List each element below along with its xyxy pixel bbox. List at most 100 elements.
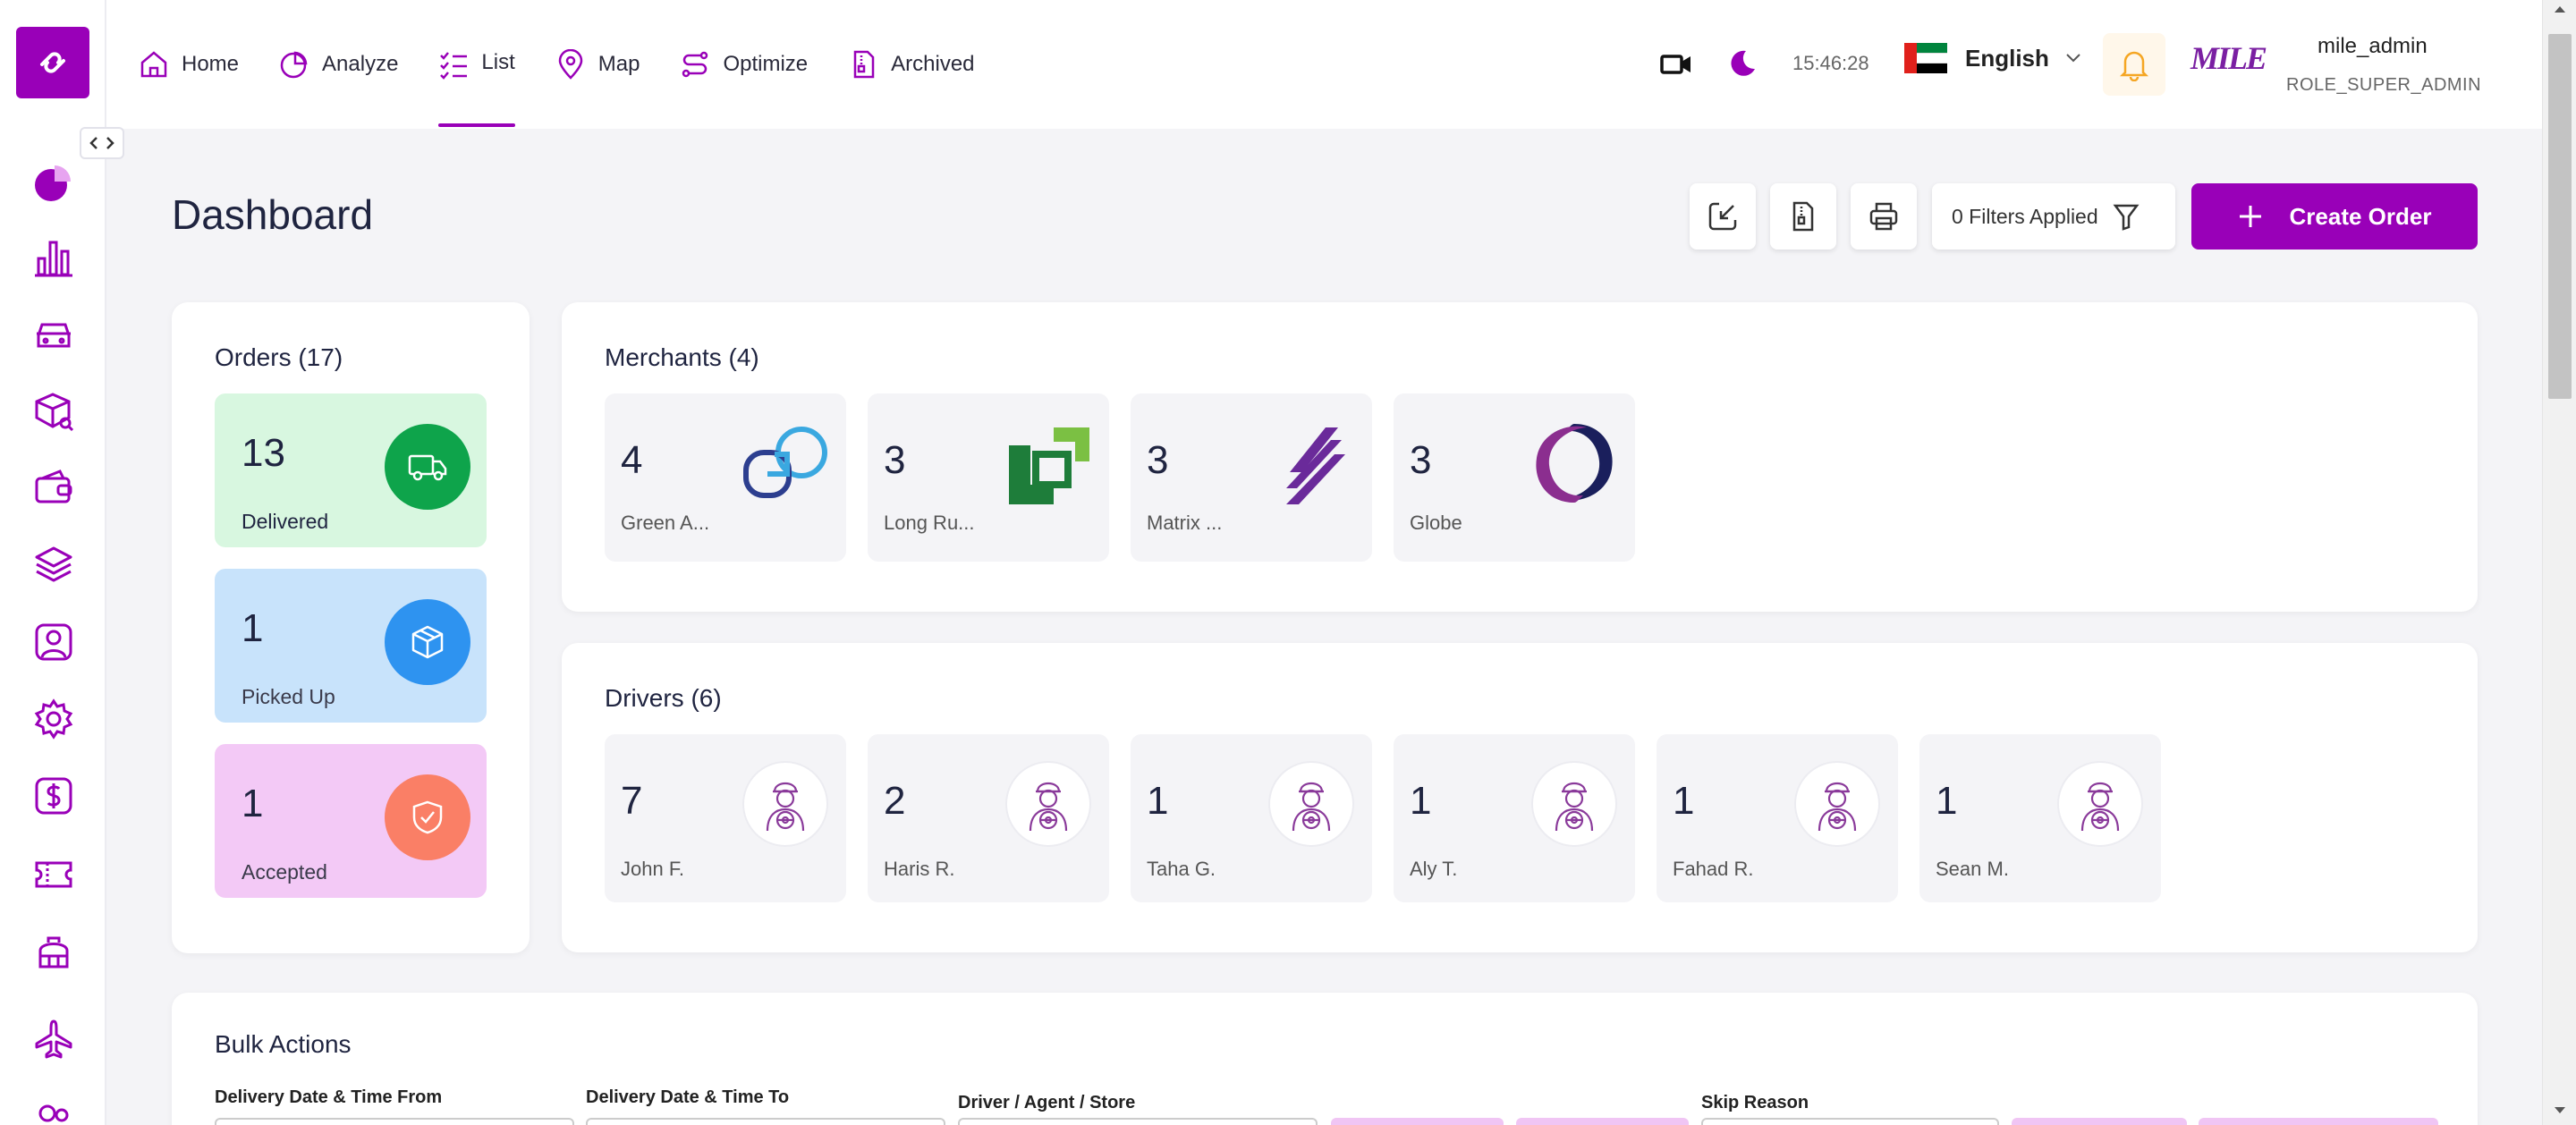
skip-reason-select[interactable]	[1701, 1118, 1999, 1125]
sidebar-toggle-button[interactable]	[80, 127, 124, 159]
layers-icon[interactable]	[27, 538, 80, 592]
merchant-name: Green A...	[621, 512, 710, 534]
nav-list-label: List	[481, 50, 515, 74]
driver-tile[interactable]: 2 Haris R.	[868, 734, 1109, 902]
driver-tile[interactable]: 7 John F.	[605, 734, 846, 902]
language-label: English	[1965, 44, 2049, 72]
driver-tile[interactable]: 1 Taha G.	[1131, 734, 1372, 902]
driver-order-count: 1	[1410, 779, 1432, 823]
vehicle-icon[interactable]	[27, 308, 80, 361]
user-role: ROLE_SUPER_ADMIN	[2286, 75, 2482, 95]
app-logo[interactable]	[16, 27, 89, 98]
zip-file-icon	[1792, 201, 1814, 232]
driver-name: Sean M.	[1936, 858, 2009, 880]
merchant-count: 3	[1147, 438, 1169, 482]
link-logo-icon	[40, 52, 65, 73]
nav-analyze[interactable]: Analyze	[279, 0, 398, 129]
driver-tile[interactable]: 1 Sean M.	[1919, 734, 2161, 902]
bar-chart-icon[interactable]	[27, 231, 80, 284]
billing-dollar-icon[interactable]	[27, 769, 80, 823]
bulk-action-button[interactable]	[1516, 1118, 1689, 1125]
analytics-pie-icon[interactable]	[27, 156, 80, 209]
pie-icon	[280, 51, 308, 79]
driver-avatar	[1267, 759, 1356, 849]
merchant-count: 3	[884, 438, 906, 482]
create-order-label: Create Order	[2289, 202, 2432, 230]
driver-steering-icon	[2057, 761, 2143, 847]
driver-avatar	[1004, 759, 1093, 849]
airplane-icon[interactable]	[27, 1012, 80, 1066]
date-to-input[interactable]	[586, 1118, 945, 1125]
users-icon[interactable]	[27, 1093, 80, 1125]
user-name[interactable]: mile_admin	[2318, 34, 2428, 59]
settings-gear-icon[interactable]	[27, 692, 80, 746]
driver-avatar	[741, 759, 830, 849]
uae-flag-icon	[1904, 43, 1947, 73]
chevron-down-icon	[2066, 54, 2080, 63]
suitcase-icon[interactable]	[27, 926, 80, 980]
nav-archived[interactable]: Archived	[848, 0, 975, 129]
create-order-button[interactable]: Create Order	[2191, 183, 2478, 250]
nav-optimize-label: Optimize	[723, 52, 809, 76]
scroll-up-arrow-icon[interactable]	[2543, 0, 2576, 18]
skip-reason-label: Skip Reason	[1701, 1093, 1809, 1112]
driver-tile[interactable]: 1 Aly T.	[1394, 734, 1635, 902]
driver-select[interactable]	[958, 1118, 1318, 1125]
driver-steering-icon	[1268, 761, 1354, 847]
picked-up-label: Picked Up	[242, 685, 335, 708]
accepted-count: 1	[242, 782, 264, 825]
driver-agent-store-label: Driver / Agent / Store	[958, 1093, 1136, 1112]
top-bar: Home Analyze List Map Optimize Archived …	[106, 0, 2576, 129]
driver-order-count: 7	[621, 779, 643, 823]
scrollbar-thumb[interactable]	[2548, 34, 2572, 399]
driver-steering-icon	[1794, 761, 1880, 847]
driver-steering-icon	[1005, 761, 1091, 847]
package-box-icon	[385, 599, 470, 685]
nav-list[interactable]: List	[438, 0, 516, 129]
merchant-logo-globe-icon	[1530, 419, 1619, 508]
nav-optimize[interactable]: Optimize	[680, 0, 808, 129]
list-icon	[440, 52, 468, 80]
order-stat-delivered[interactable]: 13 Delivered	[215, 393, 487, 547]
bulk-actions-card: Bulk Actions	[172, 993, 2478, 1125]
merchants-card: Merchants (4) 4 Green A... 3 Long Ru... …	[562, 302, 2478, 612]
bulk-action-button[interactable]	[2012, 1118, 2187, 1125]
order-stat-accepted[interactable]: 1 Accepted	[215, 744, 487, 898]
scroll-down-arrow-icon[interactable]	[2543, 1102, 2576, 1120]
driver-tile[interactable]: 1 Fahad R.	[1657, 734, 1898, 902]
driver-steering-icon	[1531, 761, 1617, 847]
dark-mode-moon-icon[interactable]	[1728, 49, 1757, 78]
page-scrollbar[interactable]	[2542, 0, 2576, 1125]
ticket-icon[interactable]	[27, 848, 80, 901]
merchant-tile[interactable]: 3 Long Ru...	[868, 393, 1109, 562]
plus-icon	[2239, 206, 2261, 227]
nav-home[interactable]: Home	[139, 0, 239, 129]
archive-download-button[interactable]	[1770, 183, 1836, 250]
bulk-action-button[interactable]	[1331, 1118, 1504, 1125]
language-selector[interactable]: English	[1904, 43, 2081, 73]
filters-label: 0 Filters Applied	[1952, 204, 2098, 228]
nav-map[interactable]: Map	[555, 0, 640, 129]
export-button[interactable]	[1690, 183, 1756, 250]
print-button[interactable]	[1851, 183, 1917, 250]
merchant-tile[interactable]: 3 Globe	[1394, 393, 1635, 562]
user-profile-icon[interactable]	[27, 615, 80, 669]
merchant-tile[interactable]: 4 Green A...	[605, 393, 846, 562]
shield-check-icon	[385, 774, 470, 860]
order-stat-picked-up[interactable]: 1 Picked Up	[215, 569, 487, 723]
driver-avatar	[1792, 759, 1882, 849]
bulk-actions-title: Bulk Actions	[215, 1030, 352, 1058]
merchant-logo-rings-icon	[741, 419, 830, 508]
filters-button[interactable]: 0 Filters Applied	[1932, 183, 2175, 250]
wallet-icon[interactable]	[27, 461, 80, 515]
bulk-action-button[interactable]	[2199, 1118, 2438, 1125]
video-camera-icon[interactable]	[1660, 51, 1692, 78]
merchant-tile[interactable]: 3 Matrix ...	[1131, 393, 1372, 562]
date-from-input[interactable]	[215, 1118, 574, 1125]
merchant-count: 4	[621, 438, 643, 482]
driver-steering-icon	[742, 761, 828, 847]
package-search-icon[interactable]	[27, 385, 80, 438]
drivers-title: Drivers (6)	[605, 684, 722, 712]
driver-name: Fahad R.	[1673, 858, 1754, 880]
notifications-button[interactable]	[2103, 33, 2165, 96]
